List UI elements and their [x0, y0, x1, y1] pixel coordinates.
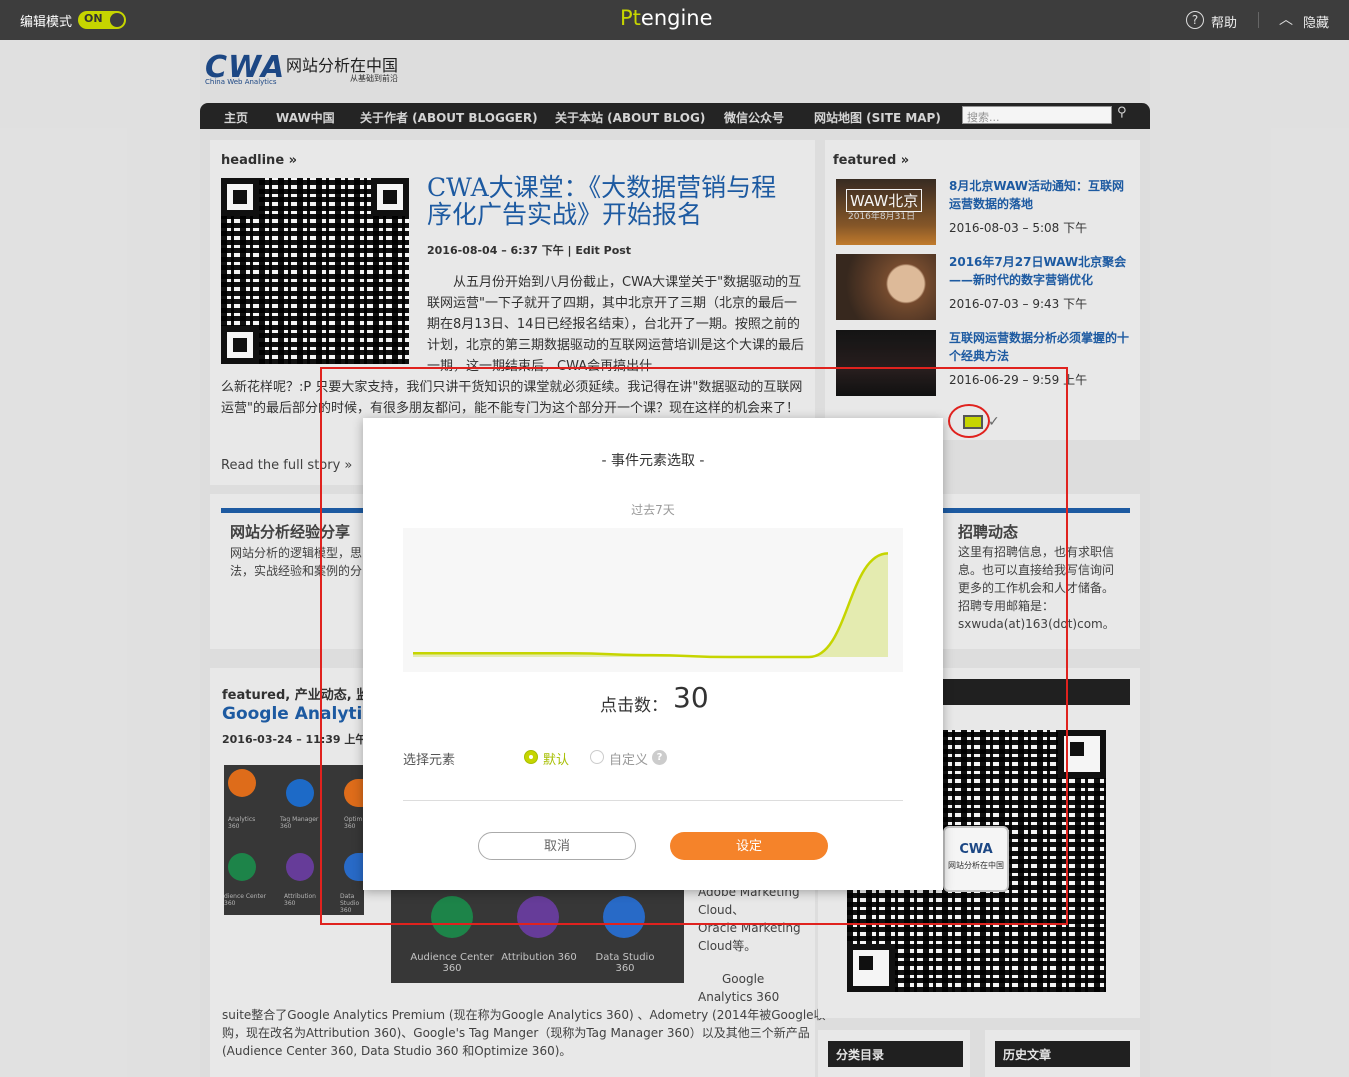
series-line	[413, 552, 889, 659]
event-element-dialog: - 事件元素选取 - 过去7天 点击数： 30 选择元素 默认 自定义 ? 取消…	[363, 418, 943, 890]
chevron-up-icon[interactable]: ︿	[1279, 9, 1293, 29]
help-icon[interactable]: ?	[1186, 11, 1204, 29]
checkmark-icon: ✓	[988, 414, 1000, 430]
brand-engine: engine	[640, 6, 713, 30]
cancel-button[interactable]: 取消	[478, 832, 636, 860]
toolbar-divider	[1258, 12, 1259, 28]
confirm-button[interactable]: 设定	[670, 832, 828, 860]
custom-option-label[interactable]: 自定义	[609, 749, 648, 768]
help-question-icon[interactable]: ?	[652, 750, 667, 765]
hide-button[interactable]: 隐藏	[1303, 12, 1329, 31]
click-trend-chart	[403, 528, 903, 672]
ptengine-logo: Ptengine	[620, 6, 713, 30]
dialog-title: - 事件元素选取 -	[601, 453, 705, 469]
period-label: 过去7天	[631, 503, 675, 517]
edit-mode-toggle[interactable]: ON	[78, 11, 126, 29]
toggle-knob	[110, 13, 124, 27]
custom-radio[interactable]	[590, 750, 604, 764]
toggle-state: ON	[84, 12, 103, 25]
element-marker-icon[interactable]	[963, 415, 983, 429]
click-count-value: 30	[673, 681, 709, 714]
chart-svg	[413, 552, 889, 659]
brand-pt: Pt	[620, 6, 641, 30]
click-count-label: 点击数：	[600, 696, 668, 716]
select-element-label: 选择元素	[403, 753, 456, 768]
default-option-label[interactable]: 默认	[543, 749, 569, 768]
edit-mode-label: 编辑模式	[20, 15, 73, 30]
series-area	[413, 553, 888, 657]
dialog-divider	[403, 800, 903, 801]
default-radio[interactable]	[524, 750, 538, 764]
help-button[interactable]: 帮助	[1211, 12, 1237, 31]
